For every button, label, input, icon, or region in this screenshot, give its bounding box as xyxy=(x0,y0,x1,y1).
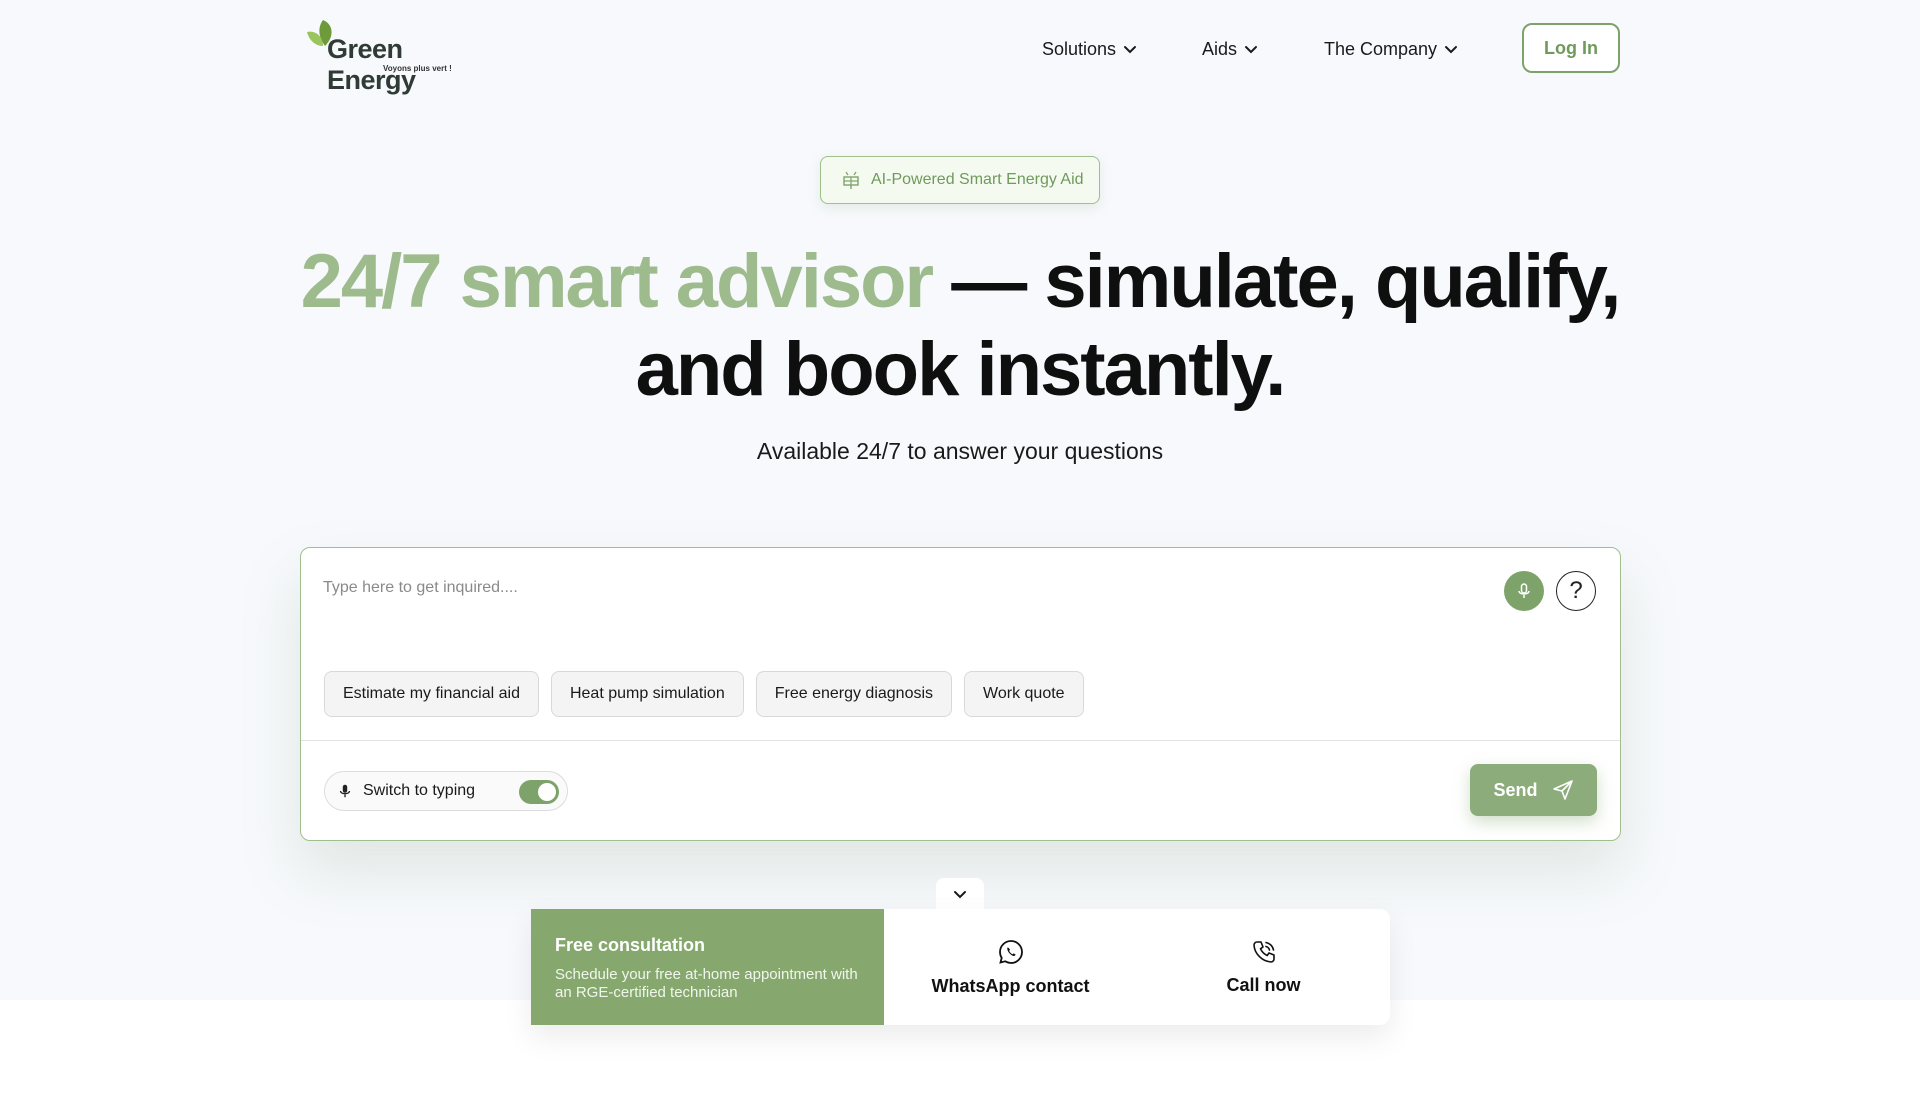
send-button[interactable]: Send xyxy=(1470,764,1597,816)
microphone-icon xyxy=(339,784,351,798)
brand-tagline: Voyons plus vert ! xyxy=(383,64,452,73)
chip-financial-aid[interactable]: Estimate my financial aid xyxy=(324,671,539,717)
nav-aids[interactable]: Aids xyxy=(1202,36,1259,62)
question-icon: ? xyxy=(1569,577,1583,604)
microphone-icon xyxy=(1518,583,1530,598)
help-button[interactable]: ? xyxy=(1556,571,1596,611)
headline-accent: 24/7 smart advisor xyxy=(300,239,934,324)
hero-headline: 24/7 smart advisor — simulate, qualify, … xyxy=(0,238,1920,414)
consult-description: Schedule your free at-home appointment w… xyxy=(555,966,858,1001)
nav-solutions[interactable]: Solutions xyxy=(1042,36,1138,62)
brand-name-part1: Green xyxy=(327,34,403,64)
headline-rest-2: and book instantly. xyxy=(635,327,1287,412)
collapse-toggle[interactable] xyxy=(936,878,984,910)
brand-logo[interactable]: Green Energy Voyons plus vert ! xyxy=(303,16,493,95)
chat-divider xyxy=(301,740,1620,741)
ai-badge: AI-Powered Smart Energy Aid xyxy=(820,156,1100,204)
contact-bar: Free consultation Schedule your free at-… xyxy=(531,909,1390,1025)
phone-icon xyxy=(1252,940,1275,963)
solar-panel-icon xyxy=(843,171,859,189)
nav-solutions-label: Solutions xyxy=(1042,38,1117,59)
consult-title: Free consultation xyxy=(555,935,706,955)
whatsapp-label: WhatsApp contact xyxy=(931,975,1090,996)
whatsapp-icon xyxy=(998,939,1023,964)
chat-input[interactable] xyxy=(323,568,1473,608)
paper-plane-icon xyxy=(1552,780,1573,800)
headline-rest-1: — simulate, qualify, xyxy=(932,239,1621,324)
nav-aids-label: Aids xyxy=(1202,38,1238,59)
chevron-down-icon xyxy=(1445,46,1458,54)
login-button[interactable]: Log In xyxy=(1522,23,1620,73)
chevron-down-icon xyxy=(1245,46,1258,54)
toggle-label: Switch to typing xyxy=(363,782,476,799)
typing-toggle[interactable]: Switch to typing xyxy=(324,771,568,811)
chevron-down-icon xyxy=(954,891,966,899)
call-label: Call now xyxy=(1226,974,1301,995)
microphone-button[interactable] xyxy=(1504,571,1544,611)
chat-box: ? Estimate my financial aid Heat pump si… xyxy=(300,547,1621,841)
suggestion-chips: Estimate my financial aid Heat pump simu… xyxy=(324,671,1084,717)
hero-background xyxy=(0,0,1920,1000)
call-now[interactable]: Call now xyxy=(1137,909,1390,1025)
toggle-switch[interactable] xyxy=(519,780,559,804)
send-label: Send xyxy=(1493,779,1538,800)
hero-subtitle: Available 24/7 to answer your questions xyxy=(756,438,1164,464)
nav-company-label: The Company xyxy=(1324,38,1438,59)
whatsapp-contact[interactable]: WhatsApp contact xyxy=(884,909,1137,1025)
free-consultation[interactable]: Free consultation Schedule your free at-… xyxy=(531,909,884,1025)
chip-work-quote[interactable]: Work quote xyxy=(964,671,1084,717)
badge-label: AI-Powered Smart Energy Aid xyxy=(871,171,1084,188)
chip-energy-diagnosis[interactable]: Free energy diagnosis xyxy=(755,671,953,717)
chevron-down-icon xyxy=(1124,46,1137,54)
chip-heat-pump[interactable]: Heat pump simulation xyxy=(550,671,744,717)
nav-company[interactable]: The Company xyxy=(1324,36,1459,62)
